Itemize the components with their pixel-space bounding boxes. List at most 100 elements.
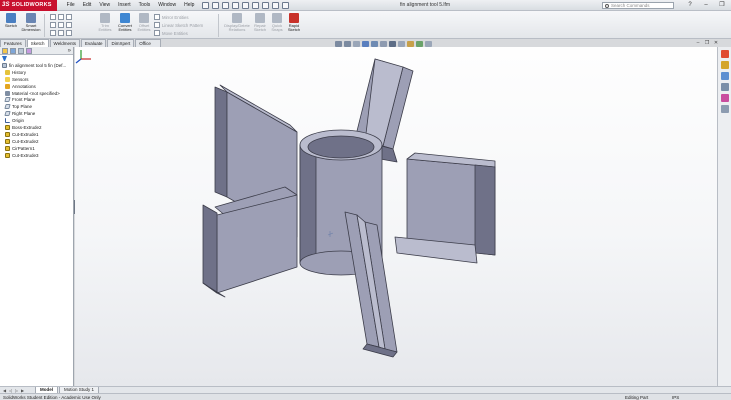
status-units[interactable]: IPS (672, 395, 679, 400)
material-icon (5, 90, 10, 96)
feature-manager-tab-icon[interactable] (2, 47, 8, 54)
snaps-icon (272, 13, 282, 23)
fin-back-left-edge (214, 86, 228, 198)
prev-tab-arrow-icon[interactable]: ◁ (8, 388, 13, 393)
tree-item-cut-extrude3[interactable]: Cut-Extrude3 (2, 152, 73, 159)
more-tabs-icon[interactable]: » (68, 48, 71, 54)
convert-entities-button[interactable]: Convert Entities (116, 13, 134, 33)
circle-icon[interactable] (50, 22, 56, 28)
menu-window[interactable]: Window (154, 0, 180, 11)
point-icon[interactable] (58, 30, 64, 36)
tree-item-annotations[interactable]: Annotations (2, 83, 73, 90)
smart-dimension-button[interactable]: Smart Dimension (22, 13, 40, 33)
viewport-restore-button[interactable]: ❐ (704, 40, 710, 46)
menu-help[interactable]: Help (180, 0, 198, 11)
display-delete-relations-button[interactable]: Display/Delete Relations (224, 13, 250, 33)
tree-item-boss-extrude2[interactable]: Boss-Extrude2 (2, 124, 73, 131)
tree-item-front-plane[interactable]: Front Plane (2, 96, 73, 103)
tree-item-right-plane[interactable]: Right Plane (2, 110, 73, 117)
tab-weldments[interactable]: Weldments (49, 39, 80, 47)
status-bar: SolidWorks Student Edition - Academic Us… (0, 393, 731, 400)
tree-item-cirpattern1[interactable]: CirPattern1 (2, 145, 73, 152)
model-render[interactable] (75, 47, 717, 386)
menu-file[interactable]: File (63, 0, 79, 11)
repair-sketch-button[interactable]: Repair Sketch (251, 13, 269, 33)
offset-icon (139, 13, 149, 23)
quick-access-toolbar (202, 1, 290, 9)
tree-item-cut-extrude2[interactable]: Cut-Extrude2 (2, 138, 73, 145)
line-icon[interactable] (50, 14, 56, 20)
tree-item-top-plane[interactable]: Top Plane (2, 103, 73, 110)
tree-filter[interactable] (0, 55, 73, 62)
tree-item-material[interactable]: Material <not specified> (2, 90, 73, 97)
new-document-icon[interactable] (202, 1, 210, 9)
first-tab-arrow-icon[interactable]: ◀ (2, 388, 7, 393)
tab-sketch[interactable]: Sketch (26, 39, 49, 47)
viewport-minimize-button[interactable]: – (695, 40, 701, 46)
tree-item-history[interactable]: History (2, 69, 73, 76)
help-button[interactable]: ? (683, 1, 697, 9)
open-icon[interactable] (212, 1, 220, 9)
undo-icon[interactable] (242, 1, 250, 9)
tree-root[interactable]: fin alignment tool 5 fin (Def... (2, 62, 73, 69)
search-commands-field[interactable]: Search Commands (602, 2, 674, 9)
tab-evaluate[interactable]: Evaluate (80, 39, 107, 47)
sketch-entity-row-1 (50, 14, 72, 20)
graphics-area[interactable] (75, 47, 717, 386)
menu-view[interactable]: View (95, 0, 114, 11)
spline-icon[interactable] (50, 30, 56, 36)
sketch-icon (6, 13, 16, 23)
tab-features[interactable]: Features (0, 39, 26, 47)
separator (218, 14, 219, 37)
quick-snaps-button[interactable]: Quick Snaps (268, 13, 286, 33)
next-tab-arrow-icon[interactable]: ▷ (14, 388, 19, 393)
rectangle-icon[interactable] (58, 14, 64, 20)
print-icon[interactable] (232, 1, 240, 9)
mirror-entities-row[interactable]: Mirror Entities (154, 14, 189, 20)
view-palette-icon[interactable] (720, 83, 729, 91)
property-manager-tab-icon[interactable] (10, 47, 16, 54)
fin-left-edge (202, 204, 218, 294)
menu-edit[interactable]: Edit (79, 0, 96, 11)
arc-icon[interactable] (58, 22, 64, 28)
rebuild-icon[interactable] (262, 1, 270, 9)
viewport-close-button[interactable]: ✕ (713, 40, 719, 46)
linear-pattern-row[interactable]: Linear Sketch Pattern (154, 22, 203, 28)
save-icon[interactable] (222, 1, 230, 9)
dimxpert-manager-tab-icon[interactable] (26, 47, 32, 54)
offset-entities-button[interactable]: Offset Entities (135, 13, 153, 33)
restore-button[interactable]: ❐ (715, 1, 729, 9)
feature-tree: fin alignment tool 5 fin (Def... History… (0, 62, 73, 158)
solidworks-resources-icon[interactable] (720, 50, 729, 58)
file-properties-icon[interactable] (272, 1, 280, 9)
tree-item-cut-extrude1[interactable]: Cut-Extrude1 (2, 131, 73, 138)
trim-entities-button[interactable]: Trim Entities (96, 13, 114, 33)
title-bar: 3S SOLIDWORKS File Edit View Insert Tool… (0, 0, 731, 11)
move-entities-row[interactable]: Move Entities (154, 30, 188, 36)
text-icon[interactable] (66, 30, 72, 36)
last-tab-arrow-icon[interactable]: ▶ (20, 388, 25, 393)
brand-label: SOLIDWORKS (11, 2, 52, 8)
tree-item-origin[interactable]: Origin (2, 117, 73, 124)
custom-properties-icon[interactable] (720, 105, 729, 113)
tab-office-products[interactable]: Office Products (135, 39, 161, 53)
appearances-icon[interactable] (720, 94, 729, 102)
smart-dimension-icon (26, 13, 36, 23)
cut-extrude-icon (5, 138, 10, 144)
tree-item-sensors[interactable]: Sensors (2, 76, 73, 83)
polygon-icon[interactable] (66, 22, 72, 28)
sketch-button[interactable]: Sketch (2, 13, 20, 28)
menu-insert[interactable]: Insert (114, 0, 135, 11)
relations-icon (232, 13, 242, 23)
design-library-icon[interactable] (720, 61, 729, 69)
tab-dimxpert[interactable]: DimXpert (107, 39, 135, 47)
slot-icon[interactable] (66, 14, 72, 20)
solidworks-logo[interactable]: 3S SOLIDWORKS (0, 0, 57, 11)
select-icon[interactable] (252, 1, 260, 9)
options-icon[interactable] (282, 1, 290, 9)
menu-tools[interactable]: Tools (135, 0, 155, 11)
minimize-button[interactable]: – (699, 1, 713, 9)
rapid-sketch-button[interactable]: Rapid Sketch (285, 13, 303, 33)
configuration-manager-tab-icon[interactable] (18, 47, 24, 54)
file-explorer-icon[interactable] (720, 72, 729, 80)
